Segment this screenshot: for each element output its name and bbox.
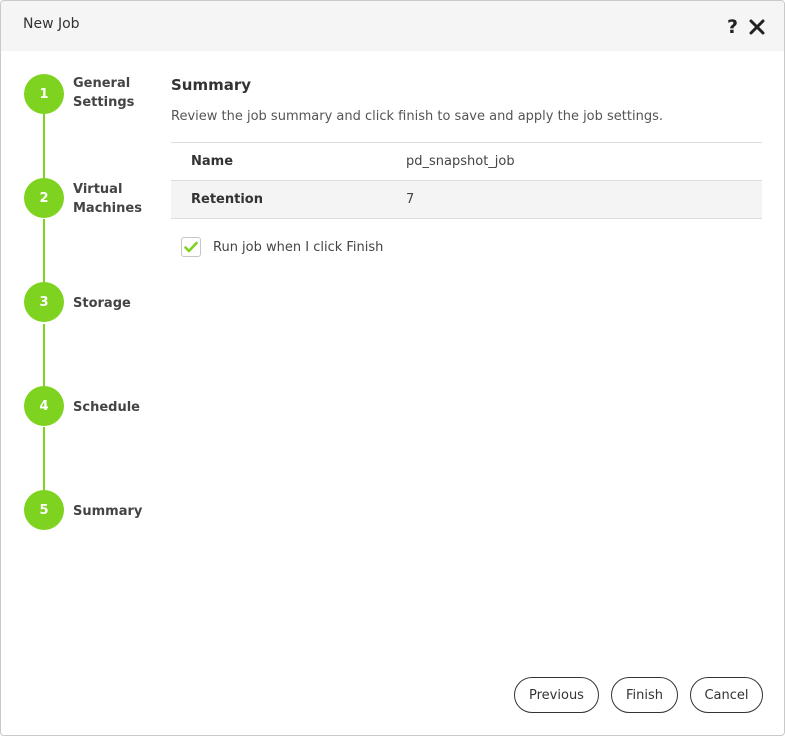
dialog-header: New Job ? <box>1 1 784 51</box>
step-label-line: Virtual <box>73 182 123 197</box>
step-label-line: General <box>73 76 131 91</box>
page-description: Review the job summary and click finish … <box>171 109 663 124</box>
table-row: Name pd_snapshot_job <box>171 143 762 181</box>
summary-key: Retention <box>191 192 263 207</box>
step-4-label[interactable]: Schedule <box>73 398 163 417</box>
step-connector <box>43 324 45 387</box>
page-title: Summary <box>171 76 252 94</box>
dialog-title: New Job <box>23 16 80 32</box>
step-connector <box>43 427 45 491</box>
summary-value: pd_snapshot_job <box>406 154 515 169</box>
step-3-circle[interactable]: 3 <box>24 282 64 322</box>
wizard-steps: 1 General Settings 2 Virtual Machines 3 … <box>1 51 166 551</box>
step-label-line: Machines <box>73 201 142 216</box>
step-connector <box>43 219 45 284</box>
table-row: Retention 7 <box>171 181 762 219</box>
summary-value: 7 <box>406 192 415 207</box>
previous-button[interactable]: Previous <box>514 677 599 713</box>
step-label-line: Settings <box>73 95 135 110</box>
step-5-label[interactable]: Summary <box>73 502 163 521</box>
step-2-circle[interactable]: 2 <box>24 178 64 218</box>
step-1-circle[interactable]: 1 <box>24 74 64 114</box>
close-icon[interactable] <box>749 19 765 35</box>
step-2-label[interactable]: Virtual Machines <box>73 180 163 218</box>
run-job-checkbox-label[interactable]: Run job when I click Finish <box>213 240 383 255</box>
step-1-label[interactable]: General Settings <box>73 74 163 112</box>
new-job-dialog: New Job ? 1 General Settings 2 Virtual M… <box>0 0 785 736</box>
run-job-checkbox-row[interactable]: Run job when I click Finish <box>181 237 383 257</box>
step-connector <box>43 114 45 179</box>
step-4-circle[interactable]: 4 <box>24 386 64 426</box>
run-job-checkbox[interactable] <box>181 237 201 257</box>
checkmark-icon <box>184 241 198 253</box>
summary-key: Name <box>191 154 234 169</box>
question-mark-icon[interactable]: ? <box>727 15 738 39</box>
step-3-label[interactable]: Storage <box>73 294 163 313</box>
step-5-circle[interactable]: 5 <box>24 490 64 530</box>
cancel-button[interactable]: Cancel <box>690 677 763 713</box>
finish-button[interactable]: Finish <box>611 677 678 713</box>
summary-table: Name pd_snapshot_job Retention 7 <box>171 142 762 219</box>
